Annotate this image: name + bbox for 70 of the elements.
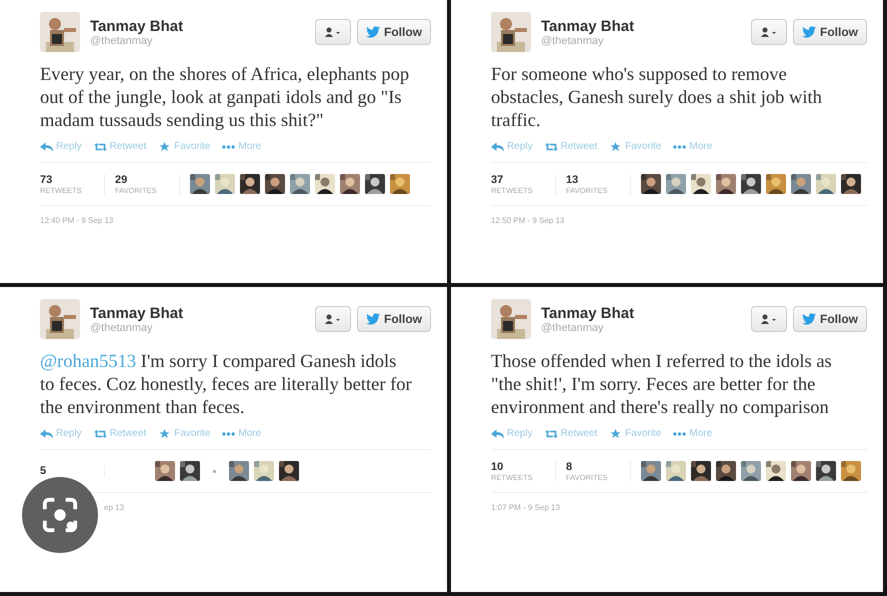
retweet-icon xyxy=(544,142,558,152)
star-icon xyxy=(158,142,172,152)
tweet-action[interactable]: Retweet xyxy=(94,141,146,152)
stat-count[interactable]: 37 xyxy=(491,174,543,186)
tweet-text: @rohan5513 I'm sorry I compared Ganesh idols to feces. Coz honestly, feces are literally better for the environment than feces. xyxy=(40,351,412,420)
stat-count[interactable]: 29 xyxy=(115,174,167,186)
tweet-action[interactable]: Retweet xyxy=(544,141,598,152)
tweet-timestamp[interactable]: 1:07 PM - 9 Sep 13 xyxy=(491,503,560,512)
tweet-action[interactable]: Favorite xyxy=(158,428,210,439)
tweet-timestamp[interactable]: 12:40 PM - 9 Sep 13 xyxy=(40,216,114,225)
user-actions-button[interactable] xyxy=(751,306,787,332)
tweet-action[interactable]: Reply xyxy=(40,428,82,439)
tweet-action[interactable]: More xyxy=(673,141,712,152)
author-handle: @thetanmay xyxy=(90,322,154,334)
mention-link[interactable]: @rohan5513 xyxy=(40,352,136,372)
tweet-text: Every year, on the shores of Africa, elephants pop out of the jungle, look at ganpati idols and go "Is madam tussauds sending us this shit?" xyxy=(40,64,410,133)
follow-button[interactable]: Follow xyxy=(793,306,867,332)
tweet-action[interactable]: Retweet xyxy=(94,428,146,439)
follow-button[interactable]: Follow xyxy=(357,19,431,45)
tweet-action[interactable]: Reply xyxy=(491,428,533,439)
reply-icon xyxy=(491,428,504,438)
retweet-icon xyxy=(94,142,107,152)
follow-button[interactable]: Follow xyxy=(793,19,867,45)
user-actions-button[interactable] xyxy=(315,306,351,332)
person-icon xyxy=(760,314,778,324)
author-handle: @thetanmay xyxy=(90,34,154,46)
visual-search-icon xyxy=(41,496,79,534)
author-handle: @thetanmay xyxy=(541,322,605,334)
stat-count[interactable]: 13 xyxy=(566,174,618,186)
tweet-timestamp[interactable]: 12:50 PM - 9 Sep 13 xyxy=(491,216,564,225)
tweet-text: For someone who's supposed to remove obstacles, Ganesh surely does a shit job with traffic. xyxy=(491,64,823,133)
tweet-action[interactable]: Retweet xyxy=(544,428,598,439)
tweet-action[interactable]: Favorite xyxy=(158,141,210,152)
author-name[interactable]: Tanmay Bhat xyxy=(541,18,741,34)
stat-count[interactable]: 73 xyxy=(40,174,92,186)
tweet-action[interactable]: More xyxy=(222,428,262,439)
author-handle: @thetanmay xyxy=(541,34,605,46)
tweet-action[interactable]: Favorite xyxy=(609,141,662,152)
user-actions-button[interactable] xyxy=(315,19,351,45)
tweet-action[interactable]: More xyxy=(222,141,262,152)
tweet-action[interactable]: Favorite xyxy=(609,428,662,439)
author-name[interactable]: Tanmay Bhat xyxy=(90,18,305,34)
star-icon xyxy=(609,142,622,152)
bird-icon xyxy=(802,313,816,325)
star-icon xyxy=(609,428,622,438)
reply-icon xyxy=(40,428,53,438)
tweet-action[interactable]: More xyxy=(673,428,712,439)
bird-icon xyxy=(366,313,380,325)
user-actions-button[interactable] xyxy=(751,19,787,45)
separator-dot xyxy=(213,470,216,472)
reply-icon xyxy=(40,142,53,152)
star-icon xyxy=(158,428,172,438)
person-icon xyxy=(324,27,342,37)
tweet-timestamp[interactable]: ep 13 xyxy=(104,503,124,512)
author-name[interactable]: Tanmay Bhat xyxy=(541,304,741,322)
person-icon xyxy=(324,314,342,324)
retweet-icon xyxy=(544,428,558,438)
tweet-text: Those offended when I referred to the idols as "the shit!', I'm sorry. Feces are better for the environment and there's really no comparison xyxy=(491,351,833,420)
bird-icon xyxy=(366,26,380,38)
reply-icon xyxy=(491,142,504,152)
tweet-action[interactable]: Reply xyxy=(491,141,533,152)
follow-button[interactable]: Follow xyxy=(357,306,431,332)
retweet-icon xyxy=(94,428,107,438)
person-icon xyxy=(760,27,778,37)
author-name[interactable]: Tanmay Bhat xyxy=(90,304,305,322)
bird-icon xyxy=(802,26,816,38)
stat-count[interactable]: 10 xyxy=(491,460,543,472)
stat-count[interactable]: 8 xyxy=(566,460,618,472)
stat-count[interactable]: 5 xyxy=(40,465,92,477)
tweet-action[interactable]: Reply xyxy=(40,141,82,152)
